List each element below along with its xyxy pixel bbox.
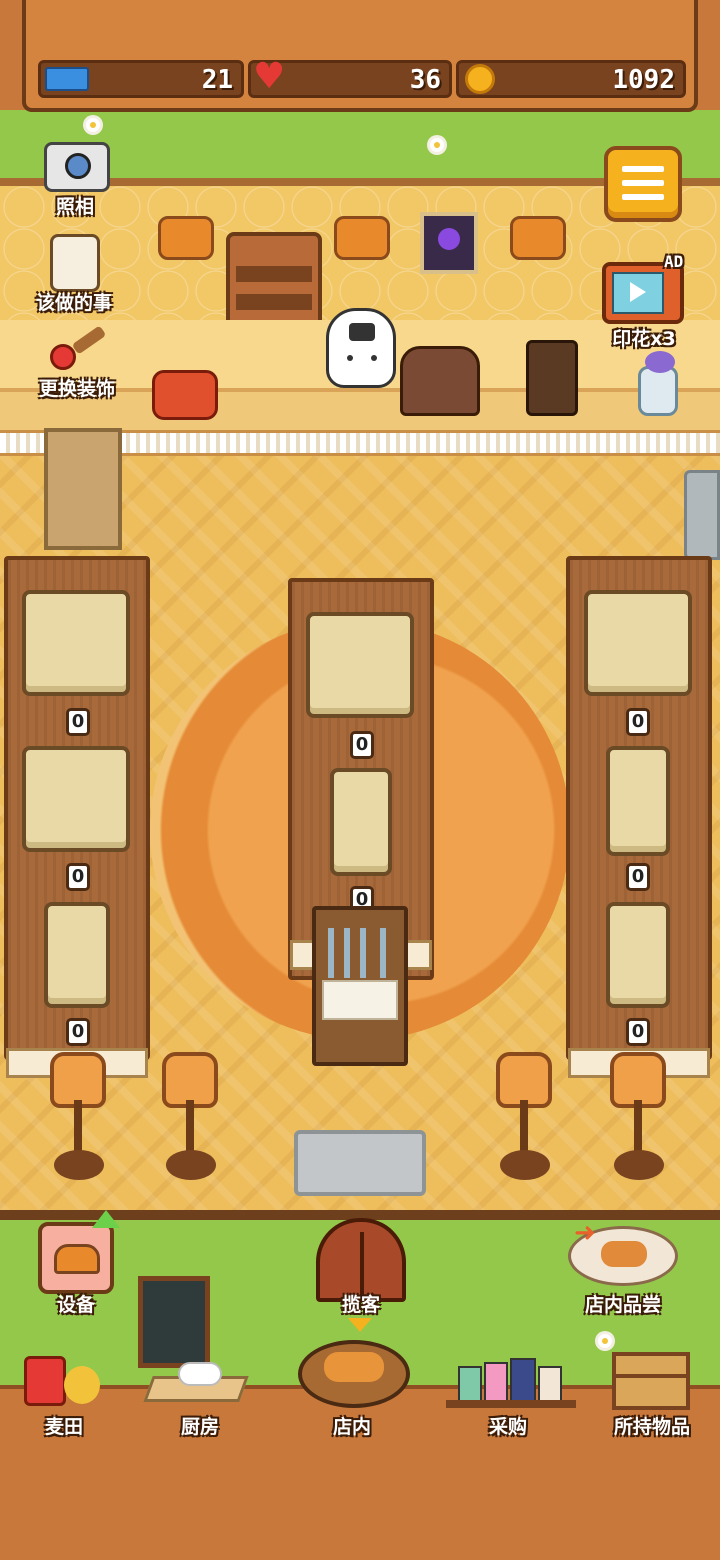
- coin-icon: [465, 64, 495, 94]
- nav-label[interactable]: 麦田: [14, 1412, 114, 1439]
- todo-label[interactable]: 该做的事: [14, 288, 134, 315]
- seat-count: 0: [66, 863, 90, 891]
- box-icon: [616, 1374, 686, 1378]
- nav-shop[interactable]: [298, 1340, 410, 1408]
- stats-panel: 21 ♥ 36 1092: [22, 0, 698, 112]
- ticket-count: 21: [201, 65, 233, 95]
- bread-icon: [54, 1244, 100, 1274]
- coffee-grinder-icon: [526, 340, 578, 416]
- shop-building-icon: [484, 1362, 508, 1402]
- coin-stat: 1092: [456, 60, 686, 98]
- menu-icon: [622, 194, 664, 200]
- seat[interactable]: [584, 590, 692, 696]
- cutlery-cabinet[interactable]: [312, 906, 408, 1066]
- nav-label[interactable]: 采购: [458, 1412, 558, 1439]
- heart-icon: ♥: [253, 56, 286, 97]
- bread-loaf-icon: [400, 346, 480, 416]
- flower-decoration: [598, 1334, 612, 1348]
- menu-icon: [622, 166, 664, 172]
- shopkeeper-character[interactable]: [326, 308, 396, 388]
- seat[interactable]: [22, 746, 130, 852]
- shop-building-icon: [538, 1366, 562, 1402]
- play-icon: [630, 282, 646, 302]
- ad-badge: AD: [664, 252, 684, 271]
- seat-count: 0: [626, 863, 650, 891]
- telephone-icon: [152, 370, 218, 420]
- clipboard-icon[interactable]: [50, 234, 100, 292]
- cat-lamp-icon: [158, 216, 214, 260]
- shop-building-icon: [510, 1358, 536, 1402]
- seat-count: 0: [350, 731, 374, 759]
- menu-icon: [622, 180, 664, 186]
- cat-lamp-icon: [510, 216, 566, 260]
- seat[interactable]: [22, 590, 130, 696]
- heart-stat: ♥ 36: [248, 56, 452, 98]
- upgrade-arrow-icon: [92, 1210, 120, 1228]
- cardboard-box-stack: [44, 428, 122, 550]
- stool-base: [54, 1150, 104, 1180]
- seat[interactable]: [606, 746, 670, 856]
- flower-decoration: [430, 138, 444, 152]
- nav-inventory[interactable]: [612, 1352, 690, 1410]
- nav-wheat-field[interactable]: [24, 1356, 104, 1410]
- tv-ad-button[interactable]: [602, 262, 684, 324]
- nav-purchase[interactable]: [446, 1358, 576, 1410]
- seat-count: 0: [626, 1018, 650, 1046]
- nav-label[interactable]: 店内: [302, 1412, 402, 1439]
- paintbrush-icon[interactable]: [50, 325, 107, 372]
- side-door: [684, 470, 720, 560]
- selected-indicator-icon: [348, 1318, 372, 1332]
- seat[interactable]: [306, 612, 414, 718]
- tasting-label[interactable]: 店内品尝: [560, 1290, 686, 1317]
- ticket-stat: 21: [38, 60, 244, 98]
- seat-count: 0: [626, 708, 650, 736]
- dough-icon: [178, 1362, 222, 1386]
- stool-base: [614, 1150, 664, 1180]
- decor-label[interactable]: 更换装饰: [14, 374, 140, 401]
- nav-kitchen[interactable]: [143, 1354, 258, 1412]
- shop-building-icon: [458, 1366, 482, 1402]
- seat[interactable]: [330, 768, 392, 876]
- seat[interactable]: [44, 902, 110, 1008]
- nav-label[interactable]: 厨房: [150, 1412, 250, 1439]
- bread-basket-icon: [324, 1352, 384, 1382]
- seat[interactable]: [606, 902, 670, 1008]
- ticket-icon: [45, 67, 89, 91]
- cat-lamp-icon: [334, 216, 390, 260]
- camera-icon[interactable]: [44, 142, 110, 192]
- wall-poster: [420, 212, 478, 274]
- stool-base: [500, 1150, 550, 1180]
- flower-decoration: [86, 118, 100, 132]
- seat-count: 0: [66, 1018, 90, 1046]
- flower-vase-icon: [638, 351, 678, 416]
- equipment-label[interactable]: 设备: [28, 1290, 124, 1317]
- heart-count: 36: [409, 65, 441, 95]
- arrow-right-icon: ➜: [574, 1218, 596, 1248]
- menu-button[interactable]: [604, 146, 682, 222]
- stamps-label[interactable]: 印花x3: [592, 324, 696, 351]
- equipment-button[interactable]: [38, 1222, 114, 1294]
- doormat: [294, 1130, 426, 1196]
- stool-base: [166, 1150, 216, 1180]
- nav-label[interactable]: 所持物品: [592, 1412, 712, 1439]
- seed-bag-icon: [24, 1356, 66, 1406]
- solicit-label[interactable]: 揽客: [316, 1290, 406, 1317]
- camera-label[interactable]: 照相: [20, 192, 130, 219]
- wheat-icon: [64, 1366, 100, 1404]
- coin-count: 1092: [612, 65, 675, 95]
- seat-count: 0: [66, 708, 90, 736]
